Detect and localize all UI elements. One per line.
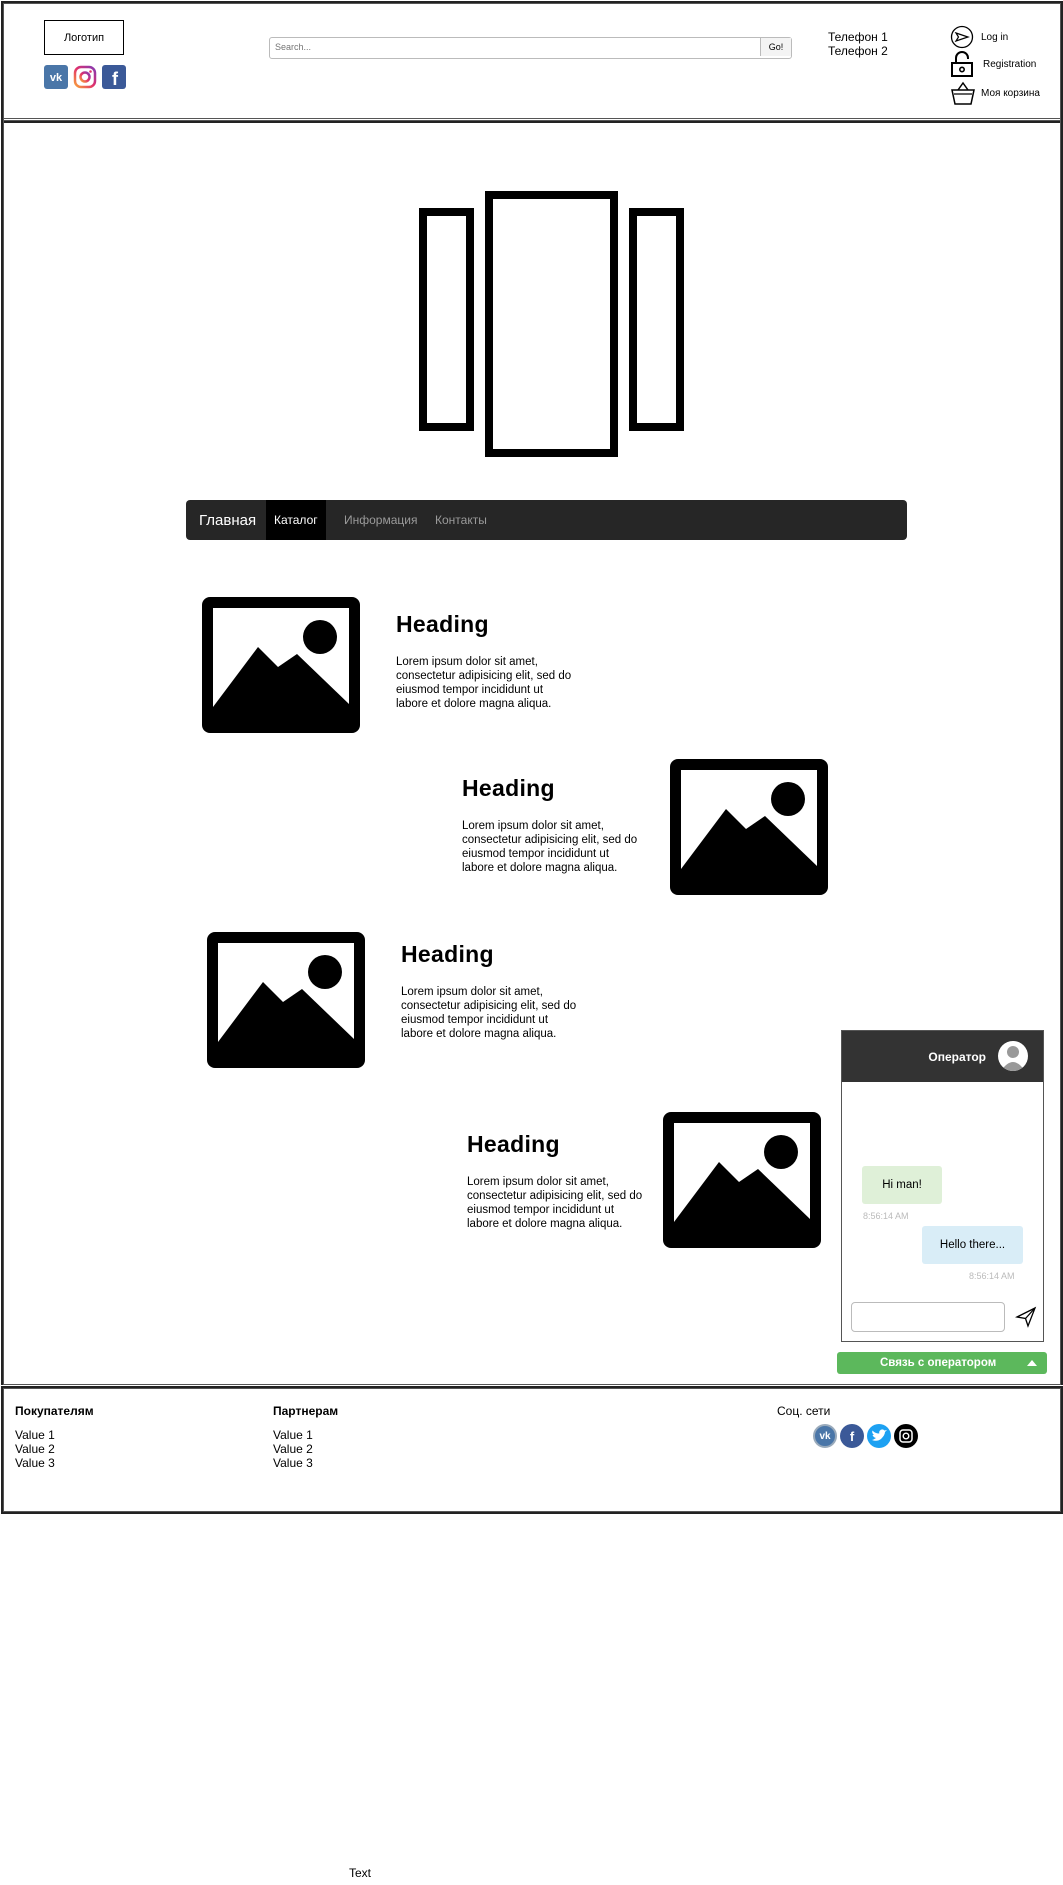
image-placeholder-icon	[218, 943, 354, 1057]
instagram-icon[interactable]	[73, 65, 97, 89]
bottom-text: Text	[349, 1866, 372, 1880]
user-icon	[1001, 1046, 1025, 1071]
twitter-icon[interactable]	[867, 1424, 891, 1448]
chat-message-time: 8:56:14 AM	[863, 1211, 909, 1221]
feature-image	[663, 1112, 821, 1248]
footer-buyers-title: Покупателям	[15, 1404, 94, 1418]
instagram-icon[interactable]	[894, 1424, 918, 1448]
feature-text: Lorem ipsum dolor sit amet, consectetur …	[396, 656, 572, 710]
caret-up-icon	[1027, 1360, 1037, 1366]
vk-icon[interactable]: vk	[44, 65, 68, 89]
chat-message-input[interactable]	[851, 1302, 1005, 1332]
feature-heading: Heading	[467, 1131, 560, 1157]
facebook-icon[interactable]: f	[840, 1424, 864, 1448]
main-nav: Главная Каталог Информация Контакты	[186, 500, 907, 540]
footer-link[interactable]: Value 3	[273, 1456, 313, 1470]
footer-link[interactable]: Value 1	[273, 1428, 313, 1442]
search-box: Go!	[269, 37, 792, 59]
registration-link[interactable]: Registration	[950, 51, 1036, 77]
footer-link[interactable]: Value 3	[15, 1456, 55, 1470]
footer-link[interactable]: Value 1	[15, 1428, 55, 1442]
nav-home[interactable]: Главная	[199, 500, 256, 540]
footer-link[interactable]: Value 2	[273, 1442, 313, 1456]
vk-icon[interactable]: vk	[813, 1424, 837, 1448]
feature-image	[207, 932, 365, 1068]
logo[interactable]: Логотип	[44, 20, 124, 55]
cart-label: Моя корзина	[981, 87, 1040, 99]
feature-text: Lorem ipsum dolor sit amet, consectetur …	[467, 1176, 643, 1230]
feature-image	[202, 597, 360, 733]
logo-text: Логотип	[63, 31, 105, 44]
feature-image	[670, 759, 828, 895]
contact-operator-label: Связь с оператором	[880, 1357, 997, 1369]
send-icon	[950, 25, 974, 49]
login-label: Log in	[981, 31, 1009, 43]
registration-label: Registration	[983, 58, 1037, 70]
feature-text: Lorem ipsum dolor sit amet, consectetur …	[401, 986, 577, 1040]
footer-social-title: Соц. сети	[777, 1404, 831, 1418]
facebook-icon[interactable]: f	[102, 65, 126, 89]
phone-2: Телефон 2	[828, 44, 888, 58]
image-placeholder-icon	[213, 608, 349, 722]
image-placeholder-icon	[674, 1123, 810, 1237]
chat-message-out: Hello there...	[922, 1226, 1023, 1264]
nav-catalog[interactable]: Каталог	[266, 500, 326, 540]
search-input[interactable]	[270, 38, 768, 56]
footer-buyers-list: Value 1 Value 2 Value 3	[15, 1428, 55, 1470]
svg-text:vk: vk	[50, 72, 63, 84]
chat-widget: Оператор Hi man! 8:56:14 AM Hello there.…	[841, 1030, 1044, 1342]
login-link[interactable]: Log in	[950, 25, 1008, 49]
nav-info[interactable]: Информация	[344, 500, 417, 540]
chat-message-time: 8:56:14 AM	[969, 1271, 1015, 1281]
operator-avatar	[998, 1041, 1028, 1071]
nav-contacts[interactable]: Контакты	[435, 500, 487, 540]
chat-title: Оператор	[928, 1049, 986, 1064]
footer-partners-list: Value 1 Value 2 Value 3	[273, 1428, 313, 1470]
send-icon[interactable]	[1015, 1306, 1037, 1328]
svg-text:f: f	[112, 69, 119, 89]
footer-frame	[1, 1386, 1063, 1514]
basket-icon	[951, 81, 975, 105]
contact-operator-button[interactable]: Связь с оператором	[837, 1352, 1047, 1374]
phone-1: Телефон 1	[828, 30, 888, 44]
chat-message-in: Hi man!	[862, 1166, 942, 1204]
header-frame	[1, 1, 1063, 123]
phones: Телефон 1 Телефон 2	[828, 30, 888, 58]
search-button[interactable]: Go!	[760, 38, 791, 56]
carousel-icon	[419, 191, 684, 457]
footer-link[interactable]: Value 2	[15, 1442, 55, 1456]
chat-header: Оператор	[842, 1031, 1043, 1082]
feature-heading: Heading	[401, 941, 494, 967]
feature-heading: Heading	[462, 775, 555, 801]
feature-text: Lorem ipsum dolor sit amet, consectetur …	[462, 820, 638, 874]
feature-heading: Heading	[396, 611, 489, 637]
cart-link[interactable]: Моя корзина	[950, 80, 1040, 106]
footer-partners-title: Партнерам	[273, 1404, 339, 1418]
lock-icon	[951, 51, 973, 77]
image-placeholder-icon	[681, 770, 817, 884]
